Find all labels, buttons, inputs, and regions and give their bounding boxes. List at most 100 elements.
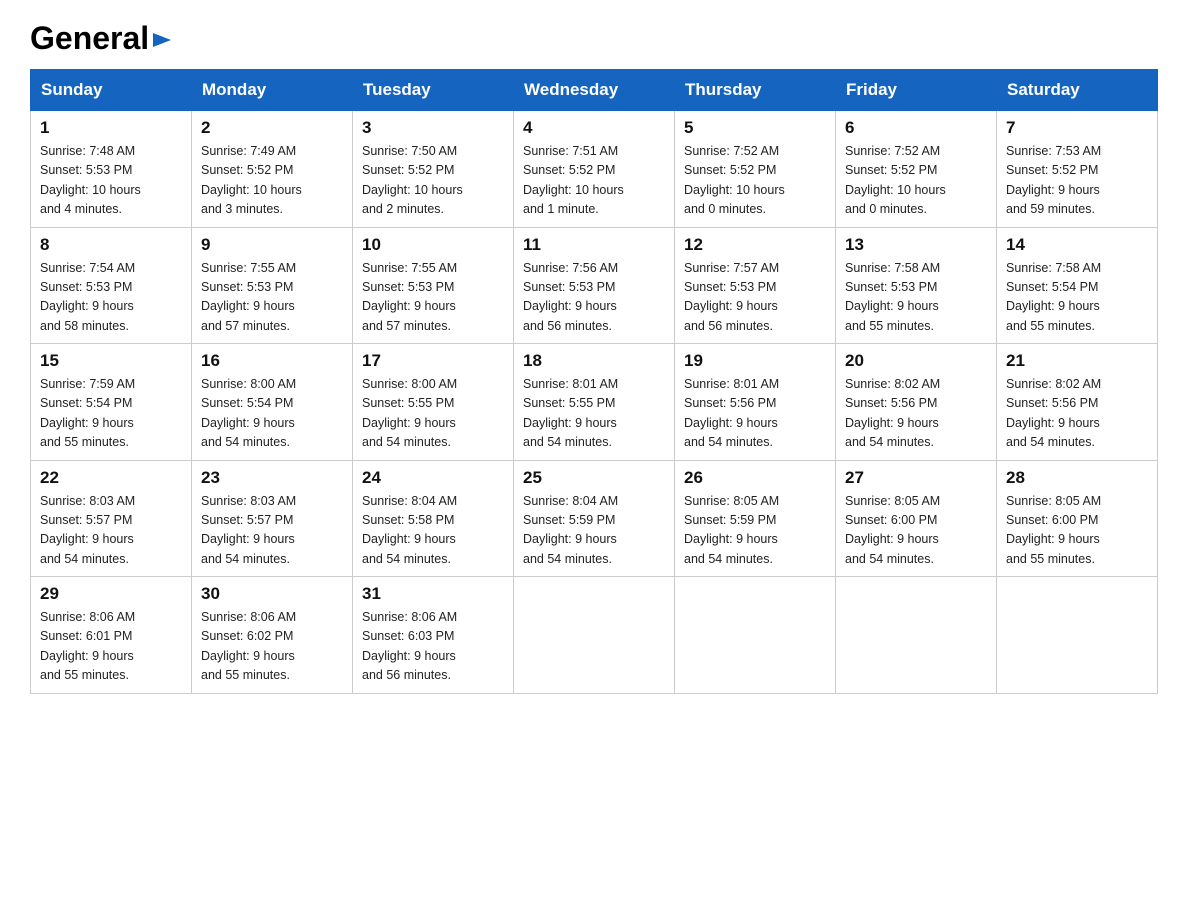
logo-general: General bbox=[30, 20, 149, 57]
calendar-cell: 13 Sunrise: 7:58 AMSunset: 5:53 PMDayligh… bbox=[836, 227, 997, 344]
week-row-5: 29 Sunrise: 8:06 AMSunset: 6:01 PMDayligh… bbox=[31, 577, 1158, 694]
day-info: Sunrise: 7:57 AMSunset: 5:53 PMDaylight:… bbox=[684, 259, 826, 337]
day-info: Sunrise: 8:06 AMSunset: 6:01 PMDaylight:… bbox=[40, 608, 182, 686]
day-info: Sunrise: 8:00 AMSunset: 5:54 PMDaylight:… bbox=[201, 375, 343, 453]
day-number: 28 bbox=[1006, 468, 1148, 488]
calendar-cell: 7 Sunrise: 7:53 AMSunset: 5:52 PMDaylight… bbox=[997, 111, 1158, 228]
calendar-cell bbox=[836, 577, 997, 694]
day-info: Sunrise: 8:04 AMSunset: 5:59 PMDaylight:… bbox=[523, 492, 665, 570]
day-number: 10 bbox=[362, 235, 504, 255]
calendar-cell: 14 Sunrise: 7:58 AMSunset: 5:54 PMDayligh… bbox=[997, 227, 1158, 344]
weekday-header-thursday: Thursday bbox=[675, 70, 836, 111]
weekday-header-friday: Friday bbox=[836, 70, 997, 111]
day-info: Sunrise: 7:59 AMSunset: 5:54 PMDaylight:… bbox=[40, 375, 182, 453]
calendar-cell: 2Sunrise: 7:49 AMSunset: 5:52 PMDaylight… bbox=[192, 111, 353, 228]
calendar-cell: 22Sunrise: 8:03 AMSunset: 5:57 PMDayligh… bbox=[31, 460, 192, 577]
weekday-header-wednesday: Wednesday bbox=[514, 70, 675, 111]
day-number: 11 bbox=[523, 235, 665, 255]
calendar-cell: 29 Sunrise: 8:06 AMSunset: 6:01 PMDayligh… bbox=[31, 577, 192, 694]
calendar-cell: 17Sunrise: 8:00 AMSunset: 5:55 PMDayligh… bbox=[353, 344, 514, 461]
day-number: 16 bbox=[201, 351, 343, 371]
calendar-cell: 23Sunrise: 8:03 AMSunset: 5:57 PMDayligh… bbox=[192, 460, 353, 577]
day-number: 12 bbox=[684, 235, 826, 255]
day-number: 9 bbox=[201, 235, 343, 255]
day-info: Sunrise: 8:02 AMSunset: 5:56 PMDaylight:… bbox=[1006, 375, 1148, 453]
logo: General bbox=[30, 20, 173, 51]
day-info: Sunrise: 7:50 AMSunset: 5:52 PMDaylight:… bbox=[362, 142, 504, 220]
calendar-cell: 5 Sunrise: 7:52 AMSunset: 5:52 PMDaylight… bbox=[675, 111, 836, 228]
calendar-cell: 24 Sunrise: 8:04 AMSunset: 5:58 PMDayligh… bbox=[353, 460, 514, 577]
day-number: 8 bbox=[40, 235, 182, 255]
calendar-cell: 10 Sunrise: 7:55 AMSunset: 5:53 PMDayligh… bbox=[353, 227, 514, 344]
calendar-cell: 18Sunrise: 8:01 AMSunset: 5:55 PMDayligh… bbox=[514, 344, 675, 461]
calendar-cell: 3 Sunrise: 7:50 AMSunset: 5:52 PMDaylight… bbox=[353, 111, 514, 228]
day-info: Sunrise: 7:52 AMSunset: 5:52 PMDaylight:… bbox=[684, 142, 826, 220]
day-info: Sunrise: 7:56 AMSunset: 5:53 PMDaylight:… bbox=[523, 259, 665, 337]
calendar-cell: 25Sunrise: 8:04 AMSunset: 5:59 PMDayligh… bbox=[514, 460, 675, 577]
day-number: 1 bbox=[40, 118, 182, 138]
day-info: Sunrise: 8:01 AMSunset: 5:56 PMDaylight:… bbox=[684, 375, 826, 453]
week-row-2: 8 Sunrise: 7:54 AMSunset: 5:53 PMDaylight… bbox=[31, 227, 1158, 344]
day-info: Sunrise: 8:06 AMSunset: 6:03 PMDaylight:… bbox=[362, 608, 504, 686]
week-row-1: 1 Sunrise: 7:48 AMSunset: 5:53 PMDaylight… bbox=[31, 111, 1158, 228]
day-number: 20 bbox=[845, 351, 987, 371]
day-info: Sunrise: 7:54 AMSunset: 5:53 PMDaylight:… bbox=[40, 259, 182, 337]
day-number: 19 bbox=[684, 351, 826, 371]
logo-arrow-icon bbox=[151, 29, 173, 51]
page-header: General bbox=[30, 20, 1158, 51]
day-number: 26 bbox=[684, 468, 826, 488]
calendar-cell: 4 Sunrise: 7:51 AMSunset: 5:52 PMDaylight… bbox=[514, 111, 675, 228]
week-row-3: 15Sunrise: 7:59 AMSunset: 5:54 PMDayligh… bbox=[31, 344, 1158, 461]
calendar-cell: 9 Sunrise: 7:55 AMSunset: 5:53 PMDaylight… bbox=[192, 227, 353, 344]
calendar-cell: 15Sunrise: 7:59 AMSunset: 5:54 PMDayligh… bbox=[31, 344, 192, 461]
day-info: Sunrise: 7:53 AMSunset: 5:52 PMDaylight:… bbox=[1006, 142, 1148, 220]
day-number: 6 bbox=[845, 118, 987, 138]
day-number: 3 bbox=[362, 118, 504, 138]
day-number: 31 bbox=[362, 584, 504, 604]
calendar-cell: 11 Sunrise: 7:56 AMSunset: 5:53 PMDayligh… bbox=[514, 227, 675, 344]
day-info: Sunrise: 7:51 AMSunset: 5:52 PMDaylight:… bbox=[523, 142, 665, 220]
weekday-header-sunday: Sunday bbox=[31, 70, 192, 111]
calendar-cell: 1 Sunrise: 7:48 AMSunset: 5:53 PMDaylight… bbox=[31, 111, 192, 228]
day-info: Sunrise: 7:55 AMSunset: 5:53 PMDaylight:… bbox=[201, 259, 343, 337]
day-number: 21 bbox=[1006, 351, 1148, 371]
calendar-cell: 6 Sunrise: 7:52 AMSunset: 5:52 PMDaylight… bbox=[836, 111, 997, 228]
day-info: Sunrise: 8:03 AMSunset: 5:57 PMDaylight:… bbox=[40, 492, 182, 570]
calendar-cell: 12 Sunrise: 7:57 AMSunset: 5:53 PMDayligh… bbox=[675, 227, 836, 344]
day-info: Sunrise: 8:06 AMSunset: 6:02 PMDaylight:… bbox=[201, 608, 343, 686]
calendar-cell: 27 Sunrise: 8:05 AMSunset: 6:00 PMDayligh… bbox=[836, 460, 997, 577]
calendar-table: SundayMondayTuesdayWednesdayThursdayFrid… bbox=[30, 69, 1158, 694]
calendar-cell: 26 Sunrise: 8:05 AMSunset: 5:59 PMDayligh… bbox=[675, 460, 836, 577]
calendar-cell: 21 Sunrise: 8:02 AMSunset: 5:56 PMDayligh… bbox=[997, 344, 1158, 461]
day-info: Sunrise: 7:55 AMSunset: 5:53 PMDaylight:… bbox=[362, 259, 504, 337]
day-number: 13 bbox=[845, 235, 987, 255]
day-info: Sunrise: 8:05 AMSunset: 6:00 PMDaylight:… bbox=[1006, 492, 1148, 570]
calendar-cell: 20Sunrise: 8:02 AMSunset: 5:56 PMDayligh… bbox=[836, 344, 997, 461]
day-number: 29 bbox=[40, 584, 182, 604]
day-number: 7 bbox=[1006, 118, 1148, 138]
day-number: 2 bbox=[201, 118, 343, 138]
day-info: Sunrise: 8:04 AMSunset: 5:58 PMDaylight:… bbox=[362, 492, 504, 570]
day-number: 5 bbox=[684, 118, 826, 138]
weekday-header-row: SundayMondayTuesdayWednesdayThursdayFrid… bbox=[31, 70, 1158, 111]
day-number: 4 bbox=[523, 118, 665, 138]
day-number: 30 bbox=[201, 584, 343, 604]
calendar-cell bbox=[675, 577, 836, 694]
day-number: 18 bbox=[523, 351, 665, 371]
calendar-cell: 30 Sunrise: 8:06 AMSunset: 6:02 PMDayligh… bbox=[192, 577, 353, 694]
calendar-cell: 19 Sunrise: 8:01 AMSunset: 5:56 PMDayligh… bbox=[675, 344, 836, 461]
day-info: Sunrise: 7:48 AMSunset: 5:53 PMDaylight:… bbox=[40, 142, 182, 220]
day-number: 17 bbox=[362, 351, 504, 371]
day-info: Sunrise: 8:03 AMSunset: 5:57 PMDaylight:… bbox=[201, 492, 343, 570]
calendar-cell: 16 Sunrise: 8:00 AMSunset: 5:54 PMDayligh… bbox=[192, 344, 353, 461]
week-row-4: 22Sunrise: 8:03 AMSunset: 5:57 PMDayligh… bbox=[31, 460, 1158, 577]
day-number: 24 bbox=[362, 468, 504, 488]
calendar-cell: 28 Sunrise: 8:05 AMSunset: 6:00 PMDayligh… bbox=[997, 460, 1158, 577]
day-info: Sunrise: 8:05 AMSunset: 6:00 PMDaylight:… bbox=[845, 492, 987, 570]
day-info: Sunrise: 7:52 AMSunset: 5:52 PMDaylight:… bbox=[845, 142, 987, 220]
day-info: Sunrise: 7:58 AMSunset: 5:53 PMDaylight:… bbox=[845, 259, 987, 337]
day-number: 14 bbox=[1006, 235, 1148, 255]
day-info: Sunrise: 7:58 AMSunset: 5:54 PMDaylight:… bbox=[1006, 259, 1148, 337]
day-number: 27 bbox=[845, 468, 987, 488]
day-info: Sunrise: 8:05 AMSunset: 5:59 PMDaylight:… bbox=[684, 492, 826, 570]
